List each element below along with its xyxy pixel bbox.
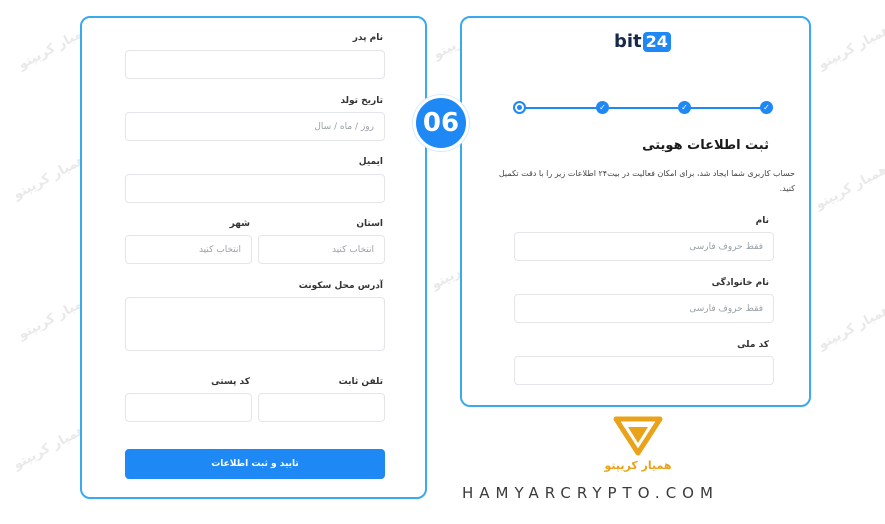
page-description: حساب کاربری شما ایجاد شد، برای امکان فعا… bbox=[498, 169, 795, 193]
landline-label: تلفن ثابت bbox=[338, 377, 383, 387]
city-select[interactable] bbox=[125, 235, 252, 264]
last-name-field[interactable] bbox=[514, 294, 774, 323]
landline-field[interactable] bbox=[258, 393, 385, 422]
postal-code-field[interactable] bbox=[125, 393, 252, 422]
bit24-logo: bit 24 bbox=[614, 31, 671, 52]
national-code-field[interactable] bbox=[514, 356, 774, 385]
contact-info-form-panel: نام پدر تاریخ تولد ایمیل استان شهر آدرس … bbox=[80, 16, 427, 499]
diamond-logo-icon bbox=[613, 416, 663, 456]
watermark-text: همیار کریپتو bbox=[816, 22, 885, 73]
step-check-icon: ✓ bbox=[596, 101, 609, 114]
submit-button[interactable]: تایید و ثبت اطلاعات bbox=[125, 449, 385, 479]
father-name-label: نام پدر bbox=[352, 33, 383, 43]
watermark-text: همیار کریپتو bbox=[813, 162, 885, 213]
birth-date-field[interactable] bbox=[125, 112, 385, 141]
watermark-text: همیار کریپتو bbox=[11, 422, 89, 473]
address-label: آدرس محل سکونت bbox=[298, 281, 383, 291]
province-select[interactable] bbox=[258, 235, 385, 264]
page-title: ثبت اطلاعات هویتی bbox=[642, 138, 769, 153]
national-code-label: کد ملی bbox=[737, 340, 769, 350]
last-name-label: نام خانوادگی bbox=[711, 278, 769, 288]
address-field[interactable] bbox=[125, 297, 385, 351]
step-number-badge: 06 bbox=[413, 95, 469, 151]
first-name-field[interactable] bbox=[514, 232, 774, 261]
city-label: شهر bbox=[229, 219, 250, 229]
postal-code-label: کد پستی bbox=[211, 377, 250, 387]
birth-date-label: تاریخ تولد bbox=[340, 96, 383, 106]
watermark-text: همیار کریپتو bbox=[816, 302, 885, 353]
brand-name: همیار کریپتو bbox=[604, 459, 672, 472]
step-indicator-current bbox=[513, 101, 526, 114]
step-check-icon: ✓ bbox=[760, 101, 773, 114]
logo-box: 24 bbox=[642, 31, 671, 52]
logo-text: bit bbox=[614, 31, 642, 52]
first-name-label: نام bbox=[755, 216, 769, 226]
watermark-text: همیار کریپتو bbox=[11, 152, 89, 203]
website-url: HAMYARCRYPTO.COM bbox=[462, 484, 719, 502]
email-label: ایمیل bbox=[358, 157, 383, 167]
step-check-icon: ✓ bbox=[678, 101, 691, 114]
father-name-field[interactable] bbox=[125, 50, 385, 79]
identity-info-form-panel: bit 24 ✓ ✓ ✓ ثبت اطلاعات هویتی حساب کارب… bbox=[460, 16, 811, 407]
email-field[interactable] bbox=[125, 174, 385, 203]
stepper-track bbox=[520, 107, 768, 109]
province-label: استان bbox=[356, 219, 383, 229]
